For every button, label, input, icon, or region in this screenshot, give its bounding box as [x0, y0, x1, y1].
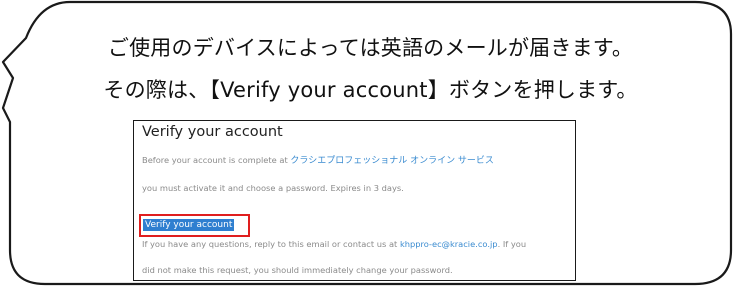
email-body-line-2: you must activate it and choose a passwo… [142, 183, 404, 193]
instruction-line-1: ご使用のデバイスによっては英語のメールが届きます。 [107, 36, 634, 60]
email-body-line-4-suffix: . If you [497, 239, 527, 249]
email-screenshot: Verify your account Before your account … [133, 120, 576, 281]
email-body-line-1: Before your account is complete at クラシエプ… [142, 153, 494, 166]
email-body-line-1-prefix: Before your account is complete at [142, 155, 291, 165]
email-heading: Verify your account [142, 124, 283, 140]
contact-email-link[interactable]: khppro-ec@kracie.co.jp [400, 239, 498, 249]
email-body-line-5: did not make this request, you should im… [142, 265, 453, 275]
instruction-line-2: その際は、【Verify your account】ボタンを押します。 [103, 78, 638, 102]
email-body-line-4-prefix: If you have any questions, reply to this… [142, 239, 400, 249]
service-name-link[interactable]: クラシエプロフェッショナル オンライン サービス [290, 156, 494, 166]
verify-link-highlight-box [139, 214, 250, 237]
email-body-line-4: If you have any questions, reply to this… [142, 239, 526, 249]
